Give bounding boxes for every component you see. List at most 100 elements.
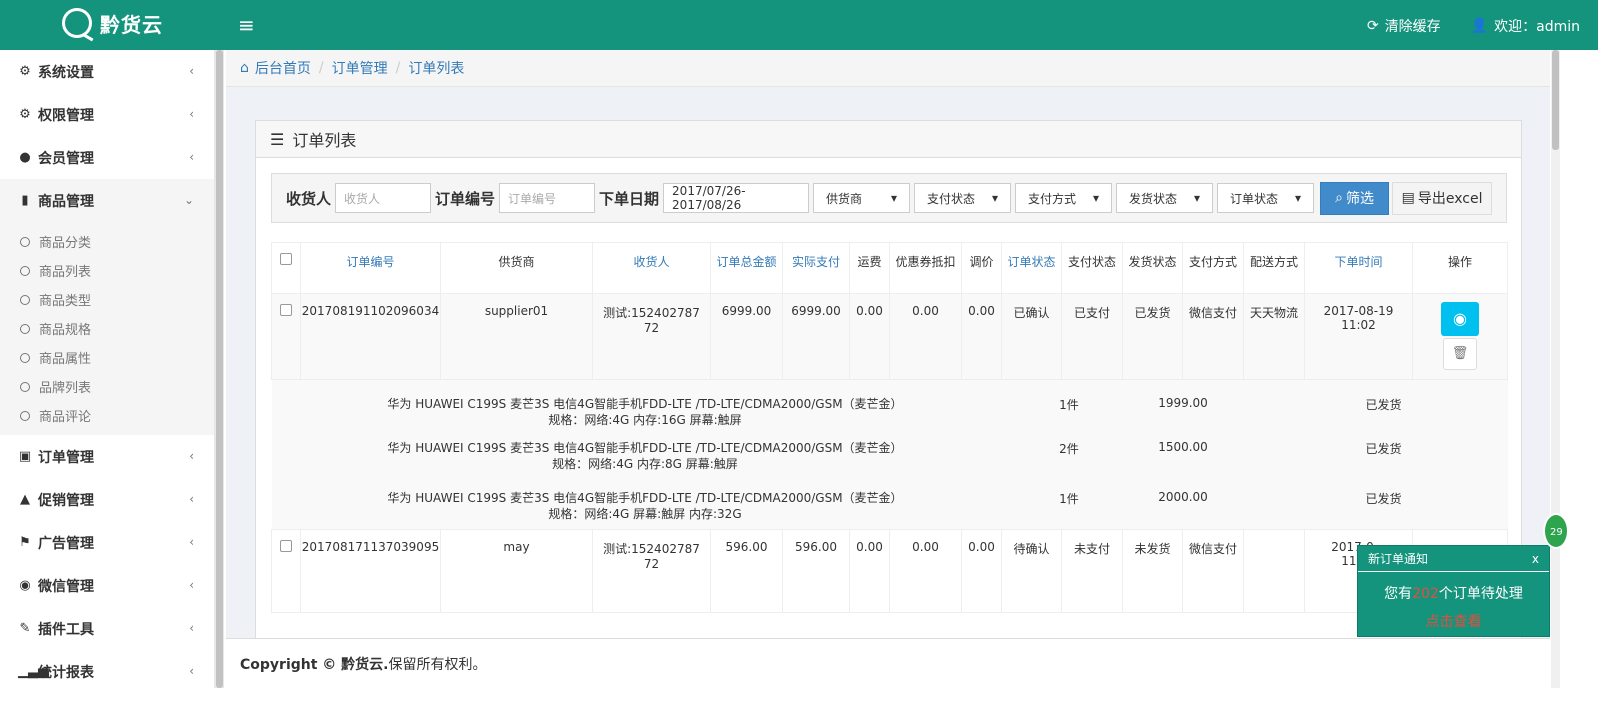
cell-pay-status: 未支付 bbox=[1061, 529, 1123, 613]
row-checkbox[interactable] bbox=[280, 540, 292, 552]
row-select-cell bbox=[271, 293, 301, 380]
clear-cache-link[interactable]: ⟳ 清除缓存 bbox=[1367, 16, 1441, 36]
sidebar-item-goods[interactable]: ▮ 商品管理 ⌄ bbox=[0, 179, 214, 222]
sidebar-item-stats[interactable]: ▁▃▅ 统计报表 ‹ bbox=[0, 650, 214, 693]
trash-icon: 🗑 bbox=[1451, 346, 1469, 361]
item-price: 1999.00 bbox=[1122, 379, 1244, 430]
signal-icon: ▁▃▅ bbox=[18, 664, 48, 679]
submenu-item-goods-list[interactable]: 商品列表 bbox=[0, 256, 214, 285]
date-range-input[interactable]: 2017/07/26-2017/08/26 bbox=[663, 183, 810, 213]
cell-order-no: 201708191102096034 bbox=[300, 293, 441, 380]
sidebar-item-system[interactable]: ⚙ 系统设置 ‹ bbox=[0, 50, 214, 93]
goods-submenu: 商品分类 商品列表 商品类型 商品规格 商品属性 品牌列表 商品评论 bbox=[0, 222, 214, 435]
sidebar-item-plugin[interactable]: ✎ 插件工具 ‹ bbox=[0, 607, 214, 650]
col-receiver[interactable]: 收货人 bbox=[592, 242, 711, 294]
sidebar-item-order[interactable]: ▣ 订单管理 ‹ bbox=[0, 435, 214, 478]
book-icon: ▮ bbox=[21, 193, 29, 208]
order-item-row: 华为 HUAWEI C199S 麦芒3S 电信4G智能手机FDD-LTE /TD… bbox=[271, 479, 1508, 530]
close-icon[interactable]: x bbox=[1532, 552, 1539, 566]
cell-coupon: 0.00 bbox=[889, 293, 962, 380]
caret-down-icon: ▾ bbox=[1194, 191, 1201, 205]
col-time[interactable]: 下单时间 bbox=[1304, 242, 1413, 294]
cell-pay-method: 微信支付 bbox=[1182, 529, 1244, 613]
cell-adjust: 0.00 bbox=[961, 529, 1002, 613]
cell-adjust: 0.00 bbox=[961, 293, 1002, 380]
breadcrumb-order-list[interactable]: 订单列表 bbox=[408, 58, 464, 78]
submenu-item-review[interactable]: 商品评论 bbox=[0, 401, 214, 430]
col-paid[interactable]: 实际支付 bbox=[782, 242, 850, 294]
sidebar-scrollbar-thumb[interactable] bbox=[216, 50, 223, 688]
breadcrumb-order-manage[interactable]: 订单管理 bbox=[332, 58, 388, 78]
supplier-select[interactable]: 供货商 ▾ bbox=[813, 183, 911, 213]
order-no-input[interactable]: 订单编号 bbox=[499, 183, 596, 213]
table-row: 201708171137039095 may 测试:15240278772 59… bbox=[271, 529, 1508, 613]
submenu-item-attr[interactable]: 商品属性 bbox=[0, 343, 214, 372]
export-excel-button[interactable]: ▤ 导出excel bbox=[1392, 181, 1493, 215]
view-pending-link[interactable]: 点击查看 bbox=[1358, 608, 1549, 636]
col-ship-method: 配送方式 bbox=[1243, 242, 1305, 294]
wechat-icon: ◉ bbox=[19, 578, 31, 593]
menu-toggle-icon[interactable]: ≡ bbox=[238, 13, 255, 37]
submenu-item-label: 商品规格 bbox=[39, 323, 92, 338]
submenu-item-category[interactable]: 商品分类 bbox=[0, 227, 214, 256]
delete-order-button[interactable]: 🗑 bbox=[1443, 338, 1477, 370]
sidebar-item-label: 系统设置 bbox=[38, 64, 94, 81]
brand-logo[interactable]: 黔货云 bbox=[62, 8, 163, 38]
order-table: 订单编号 供货商 收货人 订单总金额 实际支付 运费 优惠券抵扣 调价 订单状态… bbox=[271, 242, 1508, 613]
table-row: 201708191102096034 supplier01 测试:1524027… bbox=[271, 293, 1508, 380]
submenu-item-type[interactable]: 商品类型 bbox=[0, 285, 214, 314]
item-qty: 1件 bbox=[1001, 379, 1123, 430]
sidebar-item-label: 权限管理 bbox=[38, 107, 94, 124]
col-total[interactable]: 订单总金额 bbox=[710, 242, 783, 294]
view-order-button[interactable]: ◉ bbox=[1441, 302, 1479, 336]
cell-freight: 0.00 bbox=[849, 293, 890, 380]
cell-ship-status: 已发货 bbox=[1122, 293, 1183, 380]
select-all-checkbox[interactable] bbox=[280, 253, 292, 265]
submenu-item-brand[interactable]: 品牌列表 bbox=[0, 372, 214, 401]
sidebar-item-ad[interactable]: ⚑ 广告管理 ‹ bbox=[0, 521, 214, 564]
bell-icon: ▲ bbox=[20, 492, 30, 507]
page-scrollbar[interactable] bbox=[1551, 50, 1560, 688]
row-checkbox[interactable] bbox=[280, 304, 292, 316]
chevron-left-icon: ‹ bbox=[189, 664, 194, 678]
export-button-label: 导出excel bbox=[1417, 191, 1483, 207]
main-content: ⌂ 后台首页 / 订单管理 / 订单列表 ☰ 订单列表 收货人 收货人 订单编号… bbox=[226, 50, 1550, 638]
chevron-left-icon: ‹ bbox=[189, 621, 194, 635]
item-status: 已发货 bbox=[1243, 379, 1508, 430]
pay-method-select[interactable]: 支付方式 ▾ bbox=[1015, 183, 1113, 213]
ship-status-select[interactable]: 发货状态 ▾ bbox=[1116, 183, 1214, 213]
flag-icon: ⚑ bbox=[19, 535, 31, 550]
top-right-actions: ⟳ 清除缓存 👤 欢迎：admin bbox=[1367, 16, 1580, 36]
item-status: 已发货 bbox=[1243, 479, 1508, 530]
user-menu[interactable]: 👤 欢迎：admin bbox=[1471, 16, 1580, 36]
sidebar-item-wechat[interactable]: ◉ 微信管理 ‹ bbox=[0, 564, 214, 607]
sidebar-item-permission[interactable]: ⚙ 权限管理 ‹ bbox=[0, 93, 214, 136]
chevron-left-icon: ‹ bbox=[189, 492, 194, 506]
wrench-icon: ✎ bbox=[19, 621, 31, 636]
caret-down-icon: ▾ bbox=[1295, 191, 1302, 205]
col-order-status[interactable]: 订单状态 bbox=[1001, 242, 1062, 294]
pay-status-select[interactable]: 支付状态 ▾ bbox=[914, 183, 1012, 213]
table-header-row: 订单编号 供货商 收货人 订单总金额 实际支付 运费 优惠券抵扣 调价 订单状态… bbox=[271, 242, 1508, 294]
money-icon: ▣ bbox=[18, 449, 32, 464]
sidebar: ⚙ 系统设置 ‹ ⚙ 权限管理 ‹ ● 会员管理 ‹ ▮ 商品管理 ⌄ 商品分类 商品列表 商品… bbox=[0, 50, 215, 705]
page-scrollbar-thumb[interactable] bbox=[1552, 50, 1559, 150]
refresh-icon: ⟳ bbox=[1366, 18, 1379, 34]
supplier-select-value: 供货商 bbox=[826, 191, 863, 206]
breadcrumb-home[interactable]: 后台首页 bbox=[255, 58, 311, 78]
col-actions: 操作 bbox=[1412, 242, 1508, 294]
filter-button[interactable]: ⌕ 筛选 bbox=[1320, 181, 1390, 215]
sidebar-item-promo[interactable]: ▲ 促销管理 ‹ bbox=[0, 478, 214, 521]
submenu-item-spec[interactable]: 商品规格 bbox=[0, 314, 214, 343]
sidebar-scrollbar[interactable] bbox=[215, 50, 224, 688]
circle-icon bbox=[20, 381, 30, 392]
sidebar-item-member[interactable]: ● 会员管理 ‹ bbox=[0, 136, 214, 179]
floating-badge[interactable]: 29 bbox=[1543, 513, 1569, 549]
gear-icon: ⚙ bbox=[19, 64, 31, 79]
order-list-panel: ☰ 订单列表 收货人 收货人 订单编号 订单编号 下单日期 2017/07/26… bbox=[255, 120, 1522, 638]
pay-method-select-value: 支付方式 bbox=[1028, 191, 1077, 206]
order-status-select[interactable]: 订单状态 ▾ bbox=[1217, 183, 1315, 213]
col-order-no[interactable]: 订单编号 bbox=[300, 242, 441, 294]
notification-message: 您有202个订单待处理 bbox=[1358, 580, 1549, 608]
receiver-input[interactable]: 收货人 bbox=[335, 183, 432, 213]
